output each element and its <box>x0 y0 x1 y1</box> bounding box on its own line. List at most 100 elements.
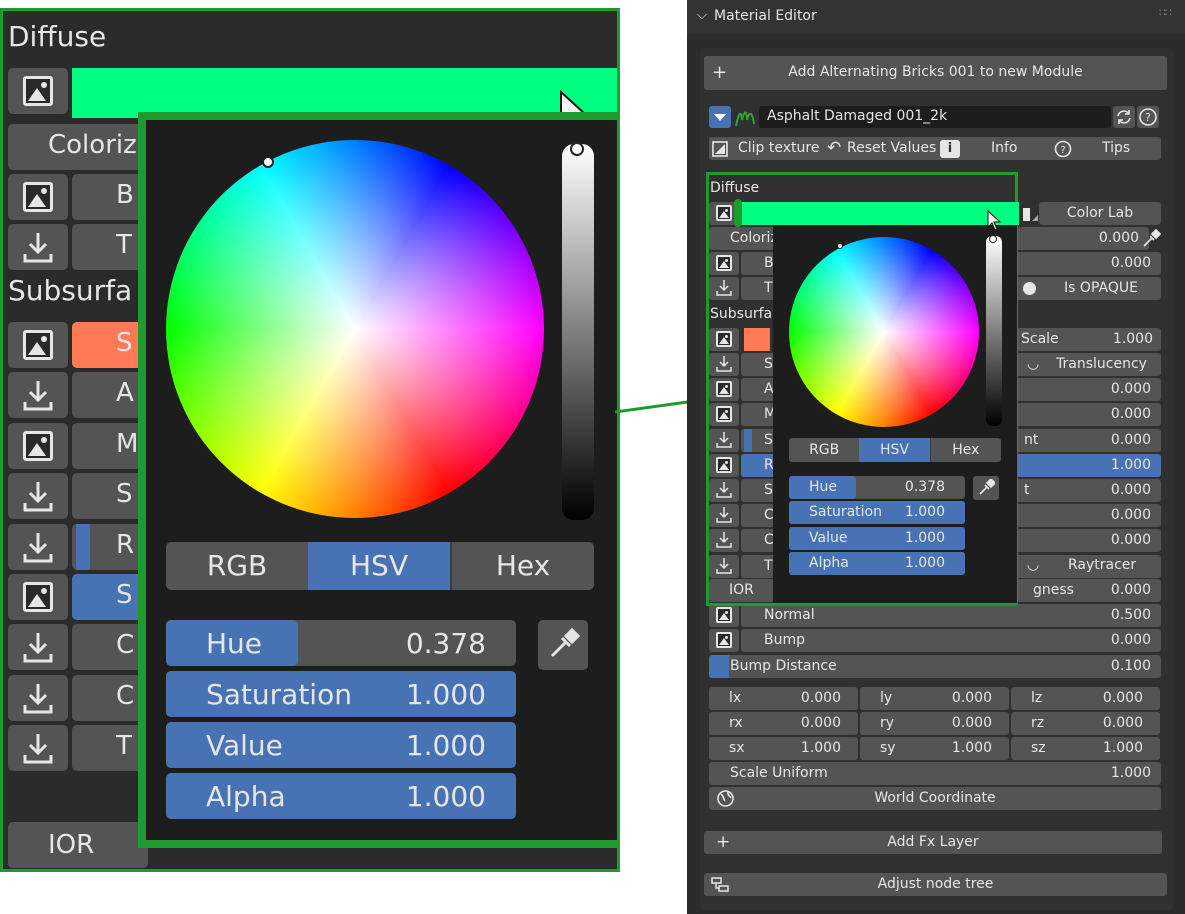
color-picker-popup: RGB HSV Hex Hue 0.378 Saturation 1.000 Value… <box>773 223 1017 603</box>
info-button[interactable]: Info <box>991 140 1018 156</box>
bump-distance-slider[interactable]: Bump Distance 0.100 <box>709 655 1161 678</box>
refresh-icon[interactable] <box>1113 106 1135 128</box>
alpha-field[interactable]: Alpha 1.000 <box>789 551 965 575</box>
zoom-download-icon[interactable] <box>8 372 68 419</box>
help-icon[interactable]: ? <box>1137 106 1159 128</box>
zoom-color-swatch[interactable] <box>72 68 620 118</box>
normal-row[interactable]: Normal 0.500 <box>741 604 1161 627</box>
opaque-toggle-icon[interactable] <box>1023 282 1036 295</box>
value-slider[interactable] <box>986 236 1002 426</box>
zoom-download-icon[interactable] <box>8 674 68 721</box>
color-wheel[interactable] <box>789 237 979 427</box>
zoom-value-slider[interactable] <box>562 144 594 520</box>
tips-button[interactable]: Tips <box>1102 140 1130 156</box>
zoom-diffuse-label: Diffuse <box>8 20 107 53</box>
eyedropper-icon[interactable] <box>1141 228 1162 249</box>
zoom-image-icon[interactable] <box>8 322 68 368</box>
panel-title: Material Editor <box>714 8 817 24</box>
zoom-download-icon[interactable] <box>8 523 68 570</box>
zoom-value-field[interactable]: Value 1.000 <box>166 722 516 768</box>
zoom-download-icon[interactable] <box>8 725 68 772</box>
cursor-icon <box>987 210 1002 231</box>
transform-field-sy[interactable]: sy 1.000 <box>860 737 1009 760</box>
adjust-node-tree-button[interactable]: Adjust node tree <box>704 873 1167 896</box>
zoom-view: Diffuse Coloriz B T Subsurfa SAMSRSCCT I… <box>0 8 620 872</box>
zoom-saturation-field[interactable]: Saturation 1.000 <box>166 671 516 717</box>
reset-icon: ↶ <box>827 138 842 158</box>
zoom-ior-row[interactable]: IOR <box>8 822 148 868</box>
collapse-chevron-icon[interactable]: ⌵ <box>697 8 707 23</box>
transform-field-lx[interactable]: lx 0.000 <box>709 687 858 710</box>
saturation-field[interactable]: Saturation 1.000 <box>789 501 965 525</box>
picker-eyedropper-icon[interactable] <box>973 476 999 500</box>
material-dropdown-button[interactable] <box>709 106 731 128</box>
zoom-image-icon[interactable] <box>8 574 68 620</box>
world-coordinate-button[interactable]: World Coordinate <box>709 787 1161 810</box>
zoom-colorize-row[interactable]: Coloriz <box>8 124 148 170</box>
tab-rgb[interactable]: RGB <box>789 438 859 462</box>
panel-header[interactable]: ⌵ Material Editor ∷∷ <box>687 0 1185 34</box>
bump-row[interactable]: Bump 0.000 <box>741 629 1161 652</box>
zoom-image-icon[interactable] <box>8 422 68 469</box>
translucency-label: Translucency <box>1056 356 1147 372</box>
zoom-tab-hsv[interactable]: HSV <box>308 542 450 590</box>
raytracer-label: Raytracer <box>1068 557 1137 573</box>
zoom-subsurface-label: Subsurfa <box>8 274 133 307</box>
zoom-download-icon[interactable] <box>8 624 68 671</box>
scale-row[interactable]: Scale 1.000 <box>1017 328 1161 351</box>
zoom-mode-tabs: RGB HSV Hex <box>166 542 594 590</box>
color-lab-button[interactable]: Color Lab <box>1039 202 1161 225</box>
value-handle[interactable] <box>989 235 997 243</box>
zoom-image-icon[interactable] <box>8 68 68 114</box>
material-name-field[interactable]: Asphalt Damaged 001_2k <box>759 106 1111 128</box>
color-lab-icon <box>1022 205 1040 227</box>
value-field[interactable]: Value 1.000 <box>789 526 965 550</box>
transform-field-sz[interactable]: sz 1.000 <box>1011 737 1160 760</box>
zoom-hue-field[interactable]: Hue 0.378 <box>166 620 516 666</box>
add-module-button[interactable]: + Add Alternating Bricks 001 to new Modu… <box>704 56 1167 90</box>
clip-texture-button[interactable]: Clip texture <box>738 140 819 156</box>
zoom-value-handle[interactable] <box>570 142 584 156</box>
transform-field-sx[interactable]: sx 1.000 <box>709 737 858 760</box>
transform-field-lz[interactable]: lz 0.000 <box>1011 687 1160 710</box>
zoom-eyedropper-icon[interactable] <box>538 620 588 670</box>
image-icon <box>716 632 732 648</box>
is-opaque-label: Is OPAQUE <box>1064 280 1138 296</box>
swatch-marker <box>734 199 742 227</box>
transform-field-rx[interactable]: rx 0.000 <box>709 712 858 735</box>
add-fx-layer-button[interactable]: + Add Fx Layer <box>704 831 1162 854</box>
transform-field-ry[interactable]: ry 0.000 <box>860 712 1009 735</box>
translucency-chevron-icon[interactable]: ◡ <box>1027 356 1039 372</box>
reset-values-button[interactable]: Reset Values <box>847 140 936 156</box>
raytracer-chevron-icon[interactable]: ◡ <box>1027 557 1039 573</box>
zoom-alpha-field[interactable]: Alpha 1.000 <box>166 773 516 819</box>
tab-hsv[interactable]: HSV <box>859 438 930 462</box>
zoom-color-wheel[interactable] <box>166 140 544 518</box>
transform-field-ly[interactable]: ly 0.000 <box>860 687 1009 710</box>
hue-field[interactable]: Hue 0.378 <box>789 476 965 499</box>
clip-texture-icon <box>711 140 729 162</box>
material-logo-icon <box>733 106 757 128</box>
drag-handle-icon[interactable]: ∷∷ <box>1159 6 1172 19</box>
svg-text:?: ? <box>1145 111 1151 124</box>
bump-image-button[interactable] <box>709 629 739 652</box>
zoom-color-picker: RGB HSV Hex Hue 0.378 Saturation 1.000 Value… <box>138 112 620 848</box>
zoom-wheel-handle[interactable] <box>262 156 274 168</box>
zoom-tab-rgb[interactable]: RGB <box>166 542 308 590</box>
zoom-connector-line <box>615 399 695 414</box>
zoom-image-icon[interactable] <box>8 174 68 220</box>
transform-field-rz[interactable]: rz 0.000 <box>1011 712 1160 735</box>
wheel-handle[interactable] <box>837 243 843 249</box>
normal-image-button[interactable] <box>709 604 739 627</box>
zoom-tab-hex[interactable]: Hex <box>450 542 594 590</box>
color-swatch-active[interactable] <box>739 202 1019 225</box>
colorize-value: 0.000 <box>1098 230 1139 246</box>
image-icon <box>716 607 732 623</box>
tab-hex[interactable]: Hex <box>929 438 1001 462</box>
svg-text:?: ? <box>1060 145 1065 156</box>
bump-distance-fill <box>709 655 729 678</box>
mode-tabs: RGB HSV Hex <box>789 438 1001 462</box>
scale-uniform-row[interactable]: Scale Uniform 1.000 <box>709 762 1161 785</box>
zoom-download-icon[interactable] <box>8 473 68 520</box>
zoom-download-icon[interactable] <box>8 224 68 270</box>
